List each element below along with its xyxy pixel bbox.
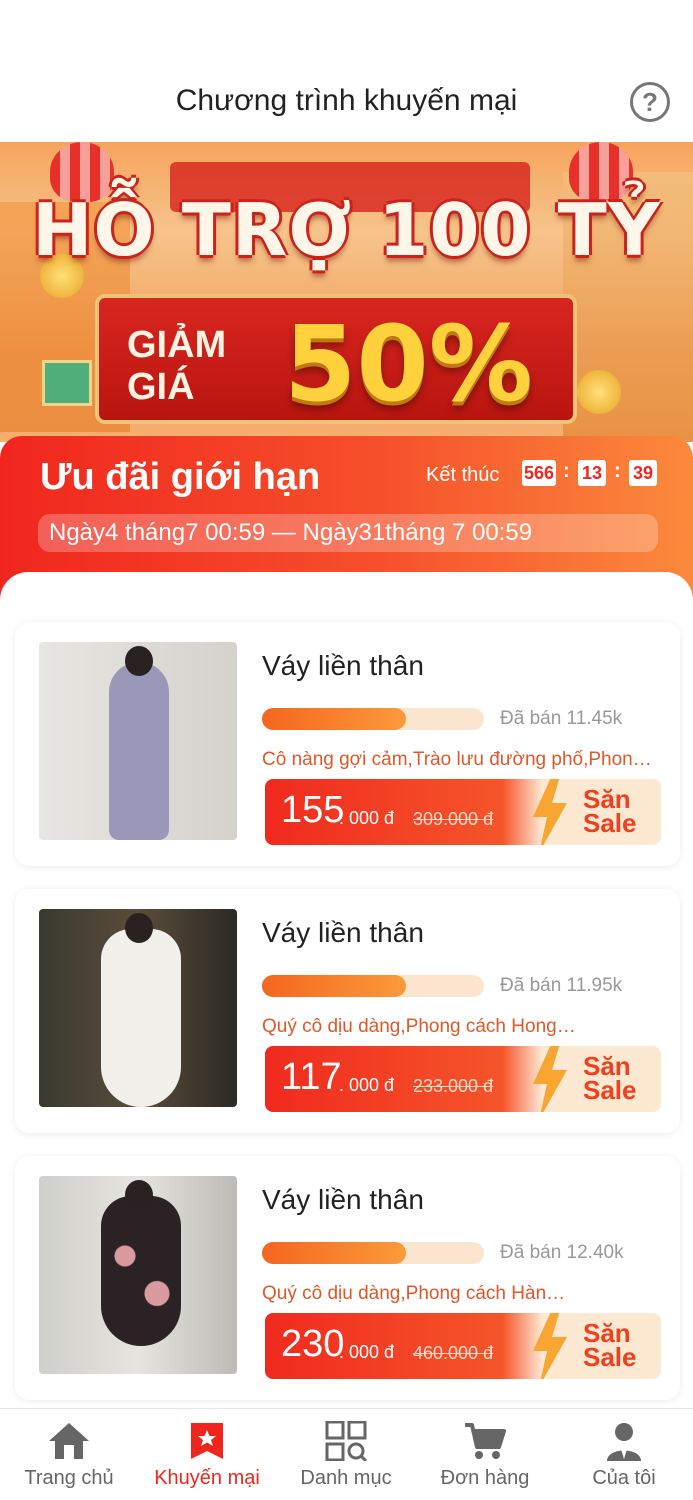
product-title[interactable]: Váy liền thân — [262, 650, 424, 682]
product-card[interactable]: Váy liền thân Đã bán 11.95k Quý cô dịu d… — [15, 889, 680, 1133]
hunt-sale-label: Săn Sale — [583, 1320, 637, 1372]
discount-label-line2: GIÁ — [127, 366, 195, 408]
bookmark-star-icon — [191, 1423, 223, 1459]
hunt-line2: Sale — [583, 1075, 637, 1105]
nav-label: Khuyến mại — [154, 1467, 260, 1489]
product-tags: Quý cô dịu dàng,Phong cách Hàn… — [262, 1283, 566, 1304]
timer-minutes: 13 — [578, 460, 606, 486]
price-unit: . 000 đ — [339, 1075, 395, 1095]
lightning-icon — [533, 1313, 567, 1379]
buy-button[interactable]: 155 . 000 đ 309.000 đ Săn Sale — [265, 779, 661, 845]
nav-item-account[interactable]: Của tôi — [555, 1409, 693, 1500]
home-icon — [49, 1423, 89, 1459]
cart-icon — [465, 1423, 506, 1459]
dress-figure — [109, 662, 169, 840]
product-image[interactable] — [39, 1176, 237, 1374]
lightning-icon — [533, 1046, 567, 1112]
hunt-sale-label: Săn Sale — [583, 786, 637, 838]
nav-label: Của tôi — [592, 1467, 656, 1489]
hunt-line2: Sale — [583, 808, 637, 838]
help-icon[interactable]: ? — [630, 82, 670, 122]
gift-icon — [42, 360, 92, 406]
model-head — [125, 913, 153, 943]
discount-label-line1: GIẢM — [127, 324, 227, 366]
timer-seconds: 39 — [629, 460, 657, 486]
old-price: 233.000 đ — [413, 1076, 494, 1096]
nav-item-categories[interactable]: Danh mục — [277, 1409, 415, 1500]
buy-button[interactable]: 117 . 000 đ 233.000 đ Săn Sale — [265, 1046, 661, 1112]
sold-count: Đã bán 11.45k — [500, 708, 623, 729]
dress-figure — [101, 929, 181, 1107]
user-icon — [607, 1423, 641, 1461]
sold-progress-fill — [262, 1242, 407, 1264]
price-main: 117 — [281, 1056, 342, 1098]
discount-value: 50% — [284, 303, 533, 425]
category-grid-icon — [325, 1421, 368, 1461]
hunt-line2: Sale — [583, 1342, 637, 1372]
coin-icon — [577, 370, 621, 414]
old-price: 460.000 đ — [413, 1343, 494, 1363]
product-tags: Quý cô dịu dàng,Phong cách Hong… — [262, 1016, 576, 1037]
product-title[interactable]: Váy liền thân — [262, 1184, 424, 1216]
nav-label: Trang chủ — [24, 1467, 114, 1489]
price-main: 230 — [281, 1323, 345, 1365]
discount-label: GIẢM GIÁ — [127, 324, 226, 408]
model-head — [125, 1180, 153, 1210]
price-unit: . 000 đ — [339, 1342, 395, 1362]
promo-banner[interactable]: HỖ TRỢ 100 TỶ GIẢM GIÁ 50% — [0, 142, 693, 442]
lightning-icon — [533, 779, 567, 845]
offer-end-label: Kết thúc — [426, 464, 500, 486]
product-image[interactable] — [39, 642, 237, 840]
bottom-nav: Trang chủ Khuyến mại Danh mục Đơn hàng C… — [0, 1408, 693, 1500]
sold-progress-bar — [262, 708, 484, 730]
nav-label: Đơn hàng — [440, 1467, 530, 1489]
product-image[interactable] — [39, 909, 237, 1107]
discount-box: GIẢM GIÁ 50% — [95, 294, 577, 425]
product-card[interactable]: Váy liền thân Đã bán 12.40k Quý cô dịu d… — [15, 1156, 680, 1400]
product-card[interactable]: Váy liền thân Đã bán 11.45k Cô nàng gợi … — [15, 622, 680, 866]
dress-figure — [101, 1196, 181, 1346]
timer-hours: 566 — [522, 460, 556, 486]
nav-item-orders[interactable]: Đơn hàng — [416, 1409, 554, 1500]
nav-item-promotions[interactable]: Khuyến mại — [138, 1409, 276, 1500]
nav-item-home[interactable]: Trang chủ — [0, 1409, 138, 1500]
page-title: Chương trình khuyến mại — [175, 84, 518, 117]
product-list: Váy liền thân Đã bán 11.45k Cô nàng gợi … — [0, 572, 693, 1408]
buy-button[interactable]: 230 . 000 đ 460.000 đ Săn Sale — [265, 1313, 661, 1379]
product-title[interactable]: Váy liền thân — [262, 917, 424, 949]
banner-headline: HỖ TRỢ 100 TỶ — [32, 188, 661, 272]
price-main: 155 — [281, 789, 345, 831]
old-price: 309.000 đ — [413, 809, 494, 829]
timer-separator: : — [563, 460, 570, 482]
price-unit: . 000 đ — [339, 808, 395, 828]
sold-progress-fill — [262, 975, 407, 997]
offer-title: Ưu đãi giới hạn — [40, 456, 321, 498]
sold-progress-fill — [262, 708, 407, 730]
sold-progress-bar — [262, 1242, 484, 1264]
product-tags: Cô nàng gợi cảm,Trào lưu đường phố,Phon… — [262, 749, 652, 770]
sold-count: Đã bán 12.40k — [500, 1242, 624, 1263]
model-head — [125, 646, 153, 676]
timer-separator: : — [614, 460, 621, 482]
app-header: Chương trình khuyến mại ? — [0, 0, 693, 142]
sold-progress-bar — [262, 975, 484, 997]
nav-label: Danh mục — [300, 1467, 392, 1489]
sold-count: Đã bán 11.95k — [500, 975, 623, 996]
hunt-sale-label: Săn Sale — [583, 1053, 637, 1105]
offer-date-range: Ngày4 tháng7 00:59 — Ngày31tháng 7 00:59 — [38, 514, 658, 552]
